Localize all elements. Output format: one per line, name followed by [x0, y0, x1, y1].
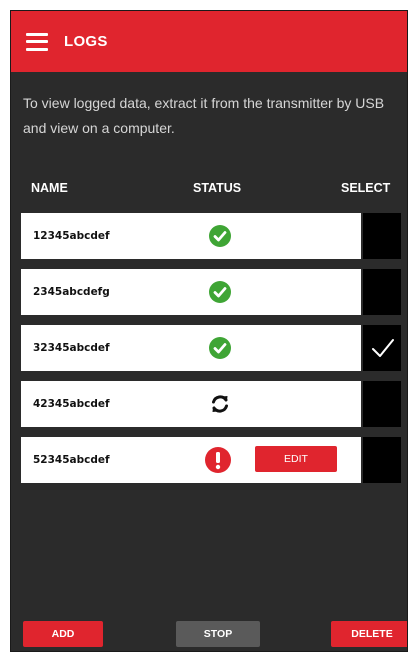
log-name: 32345abcdef [33, 342, 110, 354]
log-row[interactable]: 42345abcdef [21, 381, 361, 427]
select-checkbox[interactable] [363, 381, 401, 427]
sync-icon [209, 393, 231, 415]
error-icon [205, 447, 231, 473]
select-checkbox[interactable] [363, 437, 401, 483]
log-name: 2345abcdefg [33, 286, 110, 298]
checkmark-icon [372, 339, 394, 357]
check-circle-icon [209, 281, 231, 303]
log-name: 12345abcdef [33, 230, 110, 242]
select-checkbox-checked[interactable] [363, 325, 401, 371]
log-row[interactable]: 2345abcdefg [21, 269, 361, 315]
check-circle-icon [209, 337, 231, 359]
column-header-status: STATUS [193, 181, 242, 195]
check-circle-icon [209, 225, 231, 247]
edit-button[interactable]: EDIT [255, 446, 337, 472]
select-checkbox[interactable] [363, 269, 401, 315]
add-button[interactable]: ADD [23, 621, 103, 647]
logs-screen: LOGS To view logged data, extract it fro… [10, 10, 408, 652]
page-title: LOGS [64, 33, 108, 50]
column-header-select: SELECT [341, 181, 391, 195]
hamburger-menu-icon[interactable] [26, 32, 48, 51]
column-header-name: NAME [31, 181, 68, 195]
info-text: To view logged data, extract it from the… [23, 95, 385, 136]
select-checkbox[interactable] [363, 213, 401, 259]
delete-button[interactable]: DELETE [331, 621, 407, 647]
log-row[interactable]: 12345abcdef [21, 213, 361, 259]
header-bar: LOGS [11, 11, 407, 72]
log-row[interactable]: 32345abcdef [21, 325, 361, 371]
stop-button[interactable]: STOP [176, 621, 260, 647]
log-name: 42345abcdef [33, 398, 110, 410]
log-row[interactable]: 52345abcdef EDIT [21, 437, 361, 483]
log-name: 52345abcdef [33, 454, 110, 466]
